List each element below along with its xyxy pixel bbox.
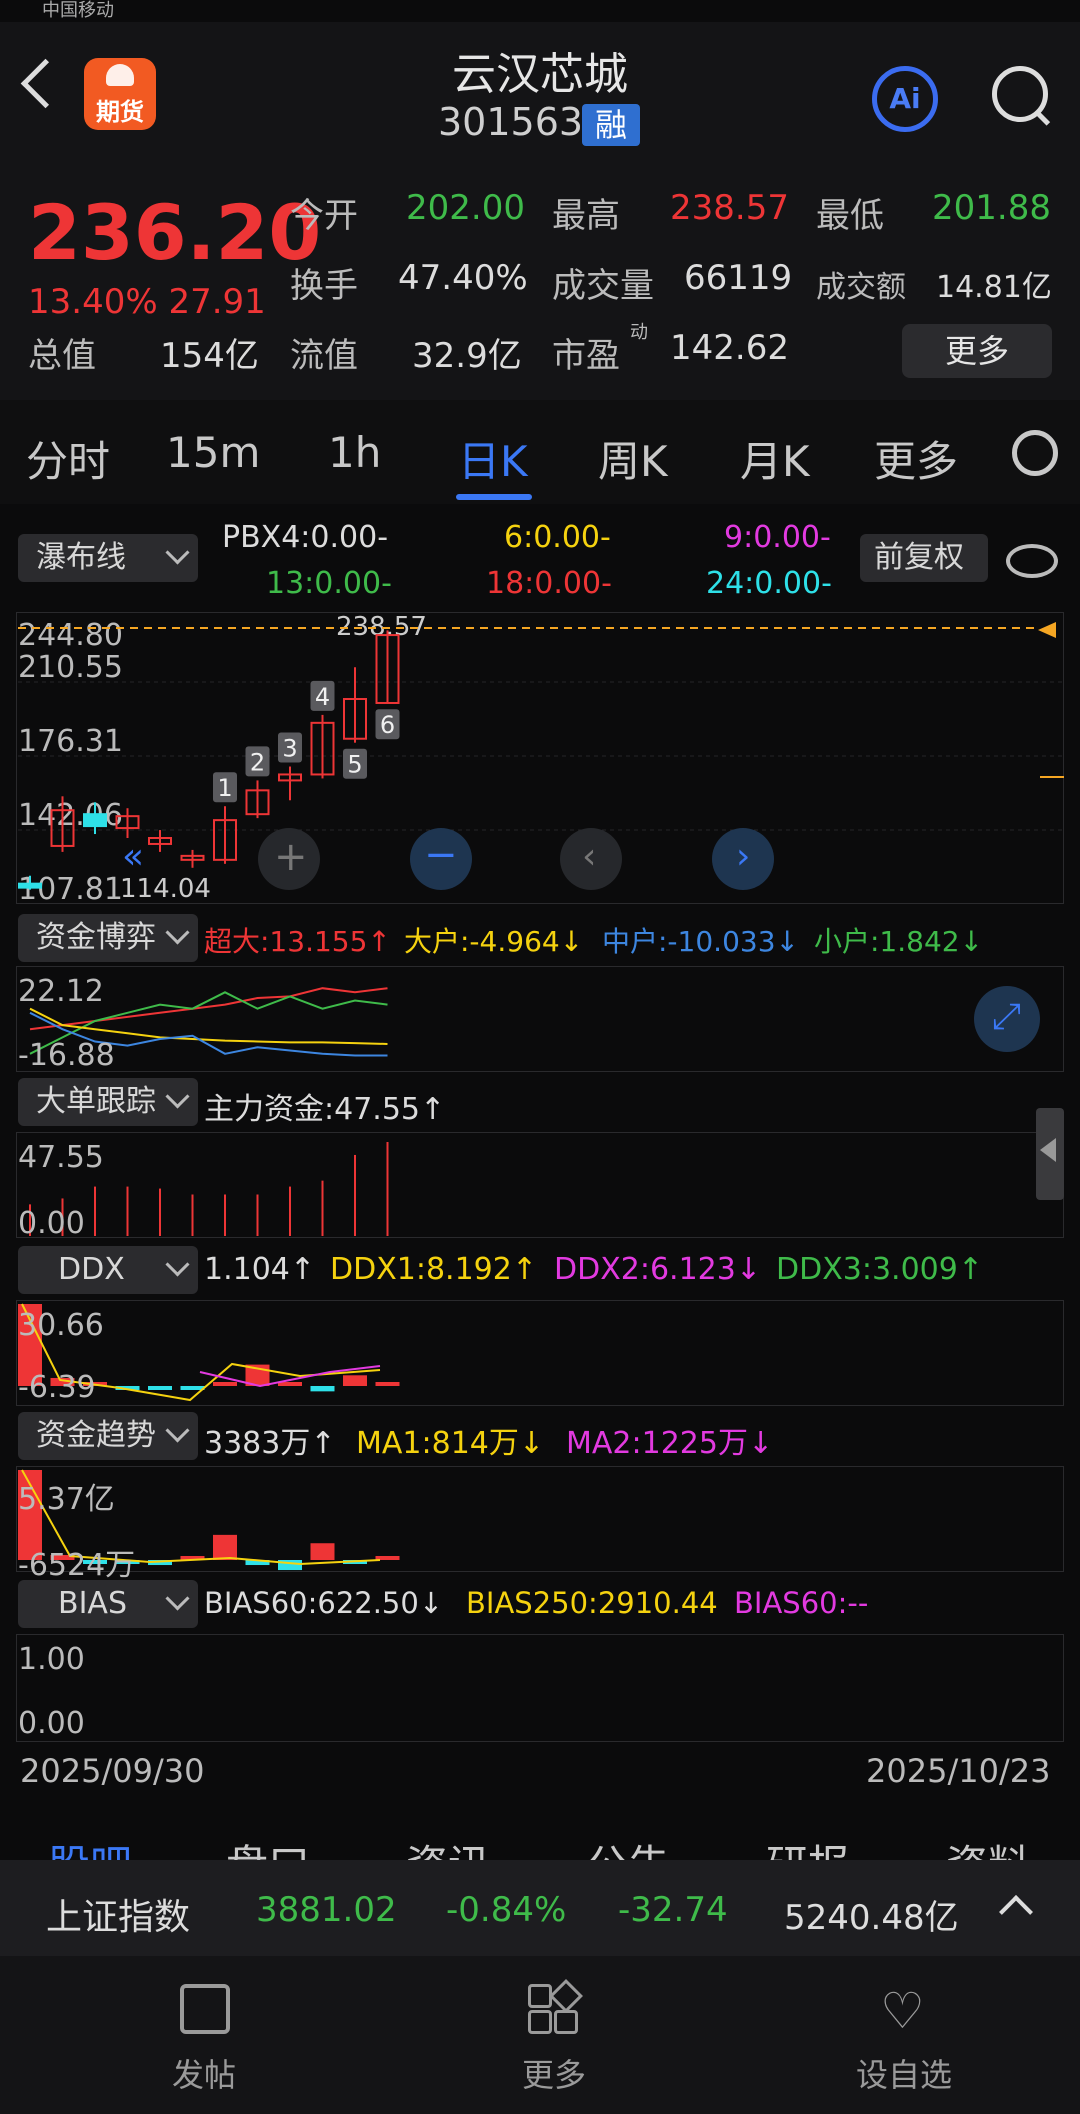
nav-post[interactable]: 发帖 xyxy=(172,2050,236,2096)
ddx-value: 1.104↑ xyxy=(204,1252,316,1287)
mid-holder-value: 中户:-10.033↓ xyxy=(602,925,799,958)
fund-trend-value: 3383万↑ xyxy=(204,1426,336,1461)
fund-trend-ma1: MA1:814万↓ xyxy=(356,1426,544,1461)
index-name: 上证指数 xyxy=(46,1897,191,1938)
index-change: -32.74 xyxy=(618,1890,728,1930)
kline-sequence-number: 4 xyxy=(315,683,330,711)
ddx-y-top: 30.66 xyxy=(18,1308,104,1343)
fund-trend-ma2: MA2:1225万↓ xyxy=(566,1426,774,1461)
tab-announcements[interactable]: 公告 xyxy=(586,1832,670,1860)
fund-trend-panel[interactable] xyxy=(16,1466,1064,1572)
fund-trend-y-bottom: -6524万 xyxy=(18,1548,136,1583)
main-fund-value: 主力资金:47.55↑ xyxy=(204,1092,446,1127)
chevron-down-icon xyxy=(165,1586,190,1611)
bottom-nav: 发帖 更多 ♡ 设自选 xyxy=(0,1956,1080,2114)
index-ticker[interactable]: 上证指数 3881.02 -0.84% -32.74 5240.48亿 xyxy=(0,1860,1080,1956)
chevron-down-icon xyxy=(165,1084,190,1109)
date-start: 2025/09/30 xyxy=(20,1752,205,1790)
bias250-value: BIAS250:2910.44 xyxy=(466,1586,718,1620)
heart-watchlist-icon[interactable]: ♡ xyxy=(880,1982,925,2040)
large-holder-value: 大户:-4.964↓ xyxy=(404,925,584,958)
scroll-left-button[interactable]: ‹ xyxy=(560,828,622,890)
tab-research[interactable]: 研报 xyxy=(766,1832,850,1860)
capital-game-select[interactable]: 资金博弈 xyxy=(18,914,198,962)
capital-game-panel[interactable] xyxy=(16,966,1064,1072)
bias-select[interactable]: BIAS xyxy=(18,1580,198,1628)
big-order-select[interactable]: 大单跟踪 xyxy=(18,1078,198,1126)
ddx-label: DDX xyxy=(58,1252,125,1287)
nav-more[interactable]: 更多 xyxy=(522,2050,586,2096)
side-collapse-handle[interactable] xyxy=(1036,1108,1064,1200)
index-value: 3881.02 xyxy=(256,1890,397,1930)
fund-trend-select[interactable]: 资金趋势 xyxy=(18,1412,198,1460)
bias60-value: BIAS60:622.50↓ xyxy=(204,1586,444,1620)
bias-y-bottom: 0.00 xyxy=(18,1706,85,1741)
detail-tabs: 股吧 盘口 资讯 公告 研报 资料 xyxy=(0,1800,1080,1860)
big-order-label: 大单跟踪 xyxy=(36,1084,156,1119)
nav-add-watchlist[interactable]: 设自选 xyxy=(856,2050,952,2096)
big-order-y-top: 47.55 xyxy=(18,1140,104,1175)
kline-sequence-number: 3 xyxy=(282,735,297,763)
chevron-up-icon[interactable] xyxy=(999,1895,1033,1929)
kline-sequence-number: 2 xyxy=(250,748,265,776)
bias60b-value: BIAS60:-- xyxy=(734,1586,869,1620)
current-price-marker xyxy=(1038,622,1056,638)
big-order-panel[interactable] xyxy=(16,1132,1064,1238)
chevron-down-icon xyxy=(165,1252,190,1277)
capital-game-label: 资金博弈 xyxy=(36,920,156,955)
kline-candle-body xyxy=(83,813,107,828)
chevron-down-icon xyxy=(165,920,190,945)
fund-trend-y-top: 5.37亿 xyxy=(18,1482,115,1517)
ddx-y-bottom: -6.39 xyxy=(18,1370,96,1405)
kline-sequence-number: 5 xyxy=(347,751,362,779)
ddx1-value: DDX1:8.192↑ xyxy=(330,1252,537,1287)
kline-sequence-number: 1 xyxy=(217,774,232,802)
bias-y-top: 1.00 xyxy=(18,1642,85,1677)
ddx-panel[interactable] xyxy=(16,1300,1064,1406)
scroll-right-button[interactable]: › xyxy=(712,828,774,890)
capital-game-y-bottom: -16.88 xyxy=(18,1038,115,1073)
expand-icon[interactable]: ⤢ xyxy=(974,986,1040,1052)
bias-label: BIAS xyxy=(58,1586,127,1621)
rewind-icon[interactable]: « xyxy=(122,836,144,877)
tab-orderbook[interactable]: 盘口 xyxy=(226,1832,310,1860)
ddx-select[interactable]: DDX xyxy=(18,1246,198,1294)
zoom-in-button[interactable]: + xyxy=(258,828,320,890)
bias-panel[interactable] xyxy=(16,1634,1064,1742)
zoom-out-button[interactable]: − xyxy=(410,828,472,890)
date-end: 2025/10/23 xyxy=(866,1752,1051,1790)
index-pct: -0.84% xyxy=(446,1890,567,1930)
tab-forum[interactable]: 股吧 xyxy=(48,1832,132,1860)
tab-profile[interactable]: 资料 xyxy=(946,1832,1030,1860)
small-holder-value: 小户:1.842↓ xyxy=(814,925,984,958)
ddx2-value: DDX2:6.123↓ xyxy=(554,1252,761,1287)
grid-icon[interactable] xyxy=(528,1979,583,2034)
capital-game-y-top: 22.12 xyxy=(18,974,104,1009)
kline-candle-body xyxy=(18,882,42,889)
super-large-value: 超大:13.155↑ xyxy=(204,925,391,958)
fund-trend-label: 资金趋势 xyxy=(36,1418,156,1453)
kline-sequence-number: 6 xyxy=(380,711,395,739)
post-icon[interactable] xyxy=(180,1984,230,2034)
chevron-down-icon xyxy=(165,1418,190,1443)
index-amount: 5240.48亿 xyxy=(784,1898,959,1938)
tab-news[interactable]: 资讯 xyxy=(406,1832,490,1860)
ddx3-value: DDX3:3.009↑ xyxy=(776,1252,983,1287)
big-order-y-bottom: 0.00 xyxy=(18,1206,85,1241)
